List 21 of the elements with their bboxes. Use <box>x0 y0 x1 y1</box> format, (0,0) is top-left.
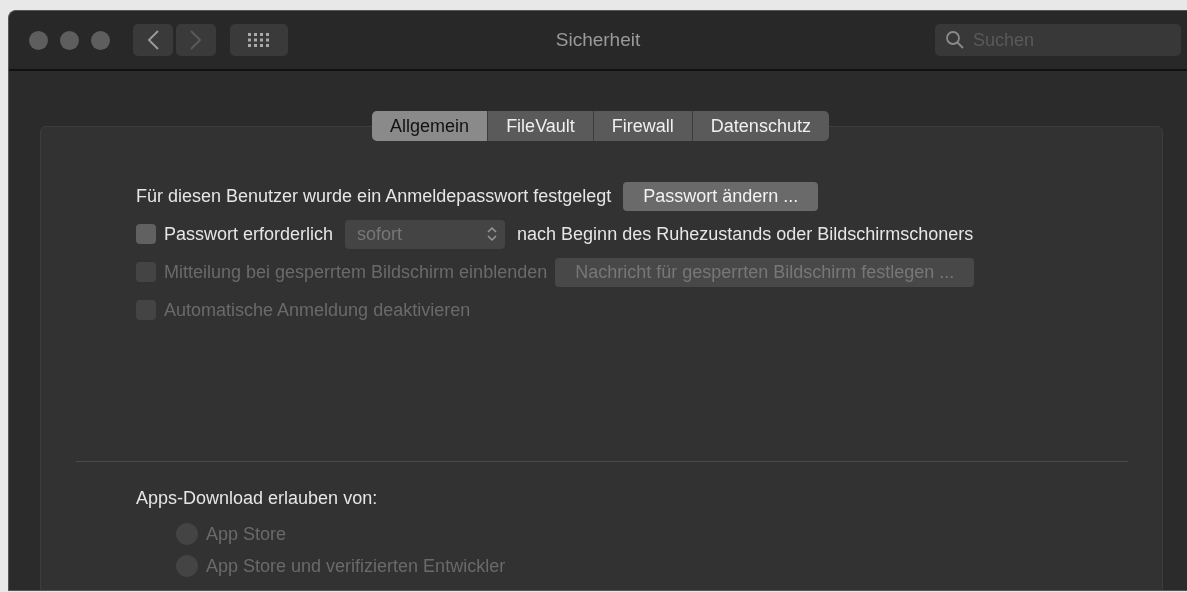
grid-icon <box>248 33 270 47</box>
back-button[interactable] <box>133 24 173 56</box>
tab[interactable]: Datenschutz <box>692 111 829 141</box>
change-password-button[interactable]: Passwort ändern ... <box>623 181 819 211</box>
option-suffix-text: nach Beginn des Ruhezustands oder Bildschirmschoners <box>517 223 974 245</box>
close-button[interactable] <box>29 30 48 50</box>
forward-button[interactable] <box>176 24 216 56</box>
zoom-button[interactable] <box>91 30 110 50</box>
chevron-left-icon <box>146 29 160 51</box>
search-icon <box>945 30 965 50</box>
show-all-button[interactable] <box>230 24 288 56</box>
tab[interactable]: Firewall <box>593 111 693 141</box>
tab[interactable]: FileVault <box>488 111 594 141</box>
password-status-text: Für diesen Benutzer wurde ein Anmeldepasswort festgelegt <box>136 185 612 207</box>
stepper-icon <box>487 226 498 242</box>
checkbox-option[interactable]: Passwort erforderlich <box>136 223 334 245</box>
window-title: Sicherheit <box>555 29 641 50</box>
chevron-right-icon <box>189 29 203 51</box>
minimize-button[interactable] <box>60 30 79 50</box>
tab[interactable]: Allgemein <box>372 111 489 141</box>
section-heading: Apps-Download erlauben von: <box>136 488 378 509</box>
